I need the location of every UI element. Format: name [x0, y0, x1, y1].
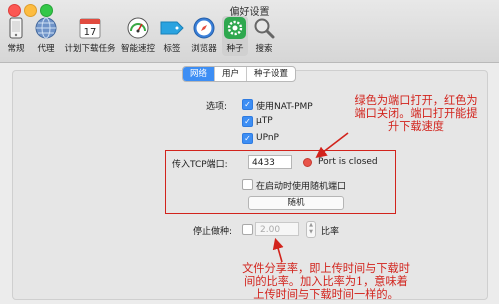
annotation-arrows — [272, 132, 349, 263]
preferences-window: 偏好设置 常规 代理 17 计划下载任务 智能速控 标签 浏览器 种子 搜索 网… — [0, 0, 499, 304]
ratio-arrow — [272, 237, 284, 263]
port-arrow — [315, 132, 349, 158]
